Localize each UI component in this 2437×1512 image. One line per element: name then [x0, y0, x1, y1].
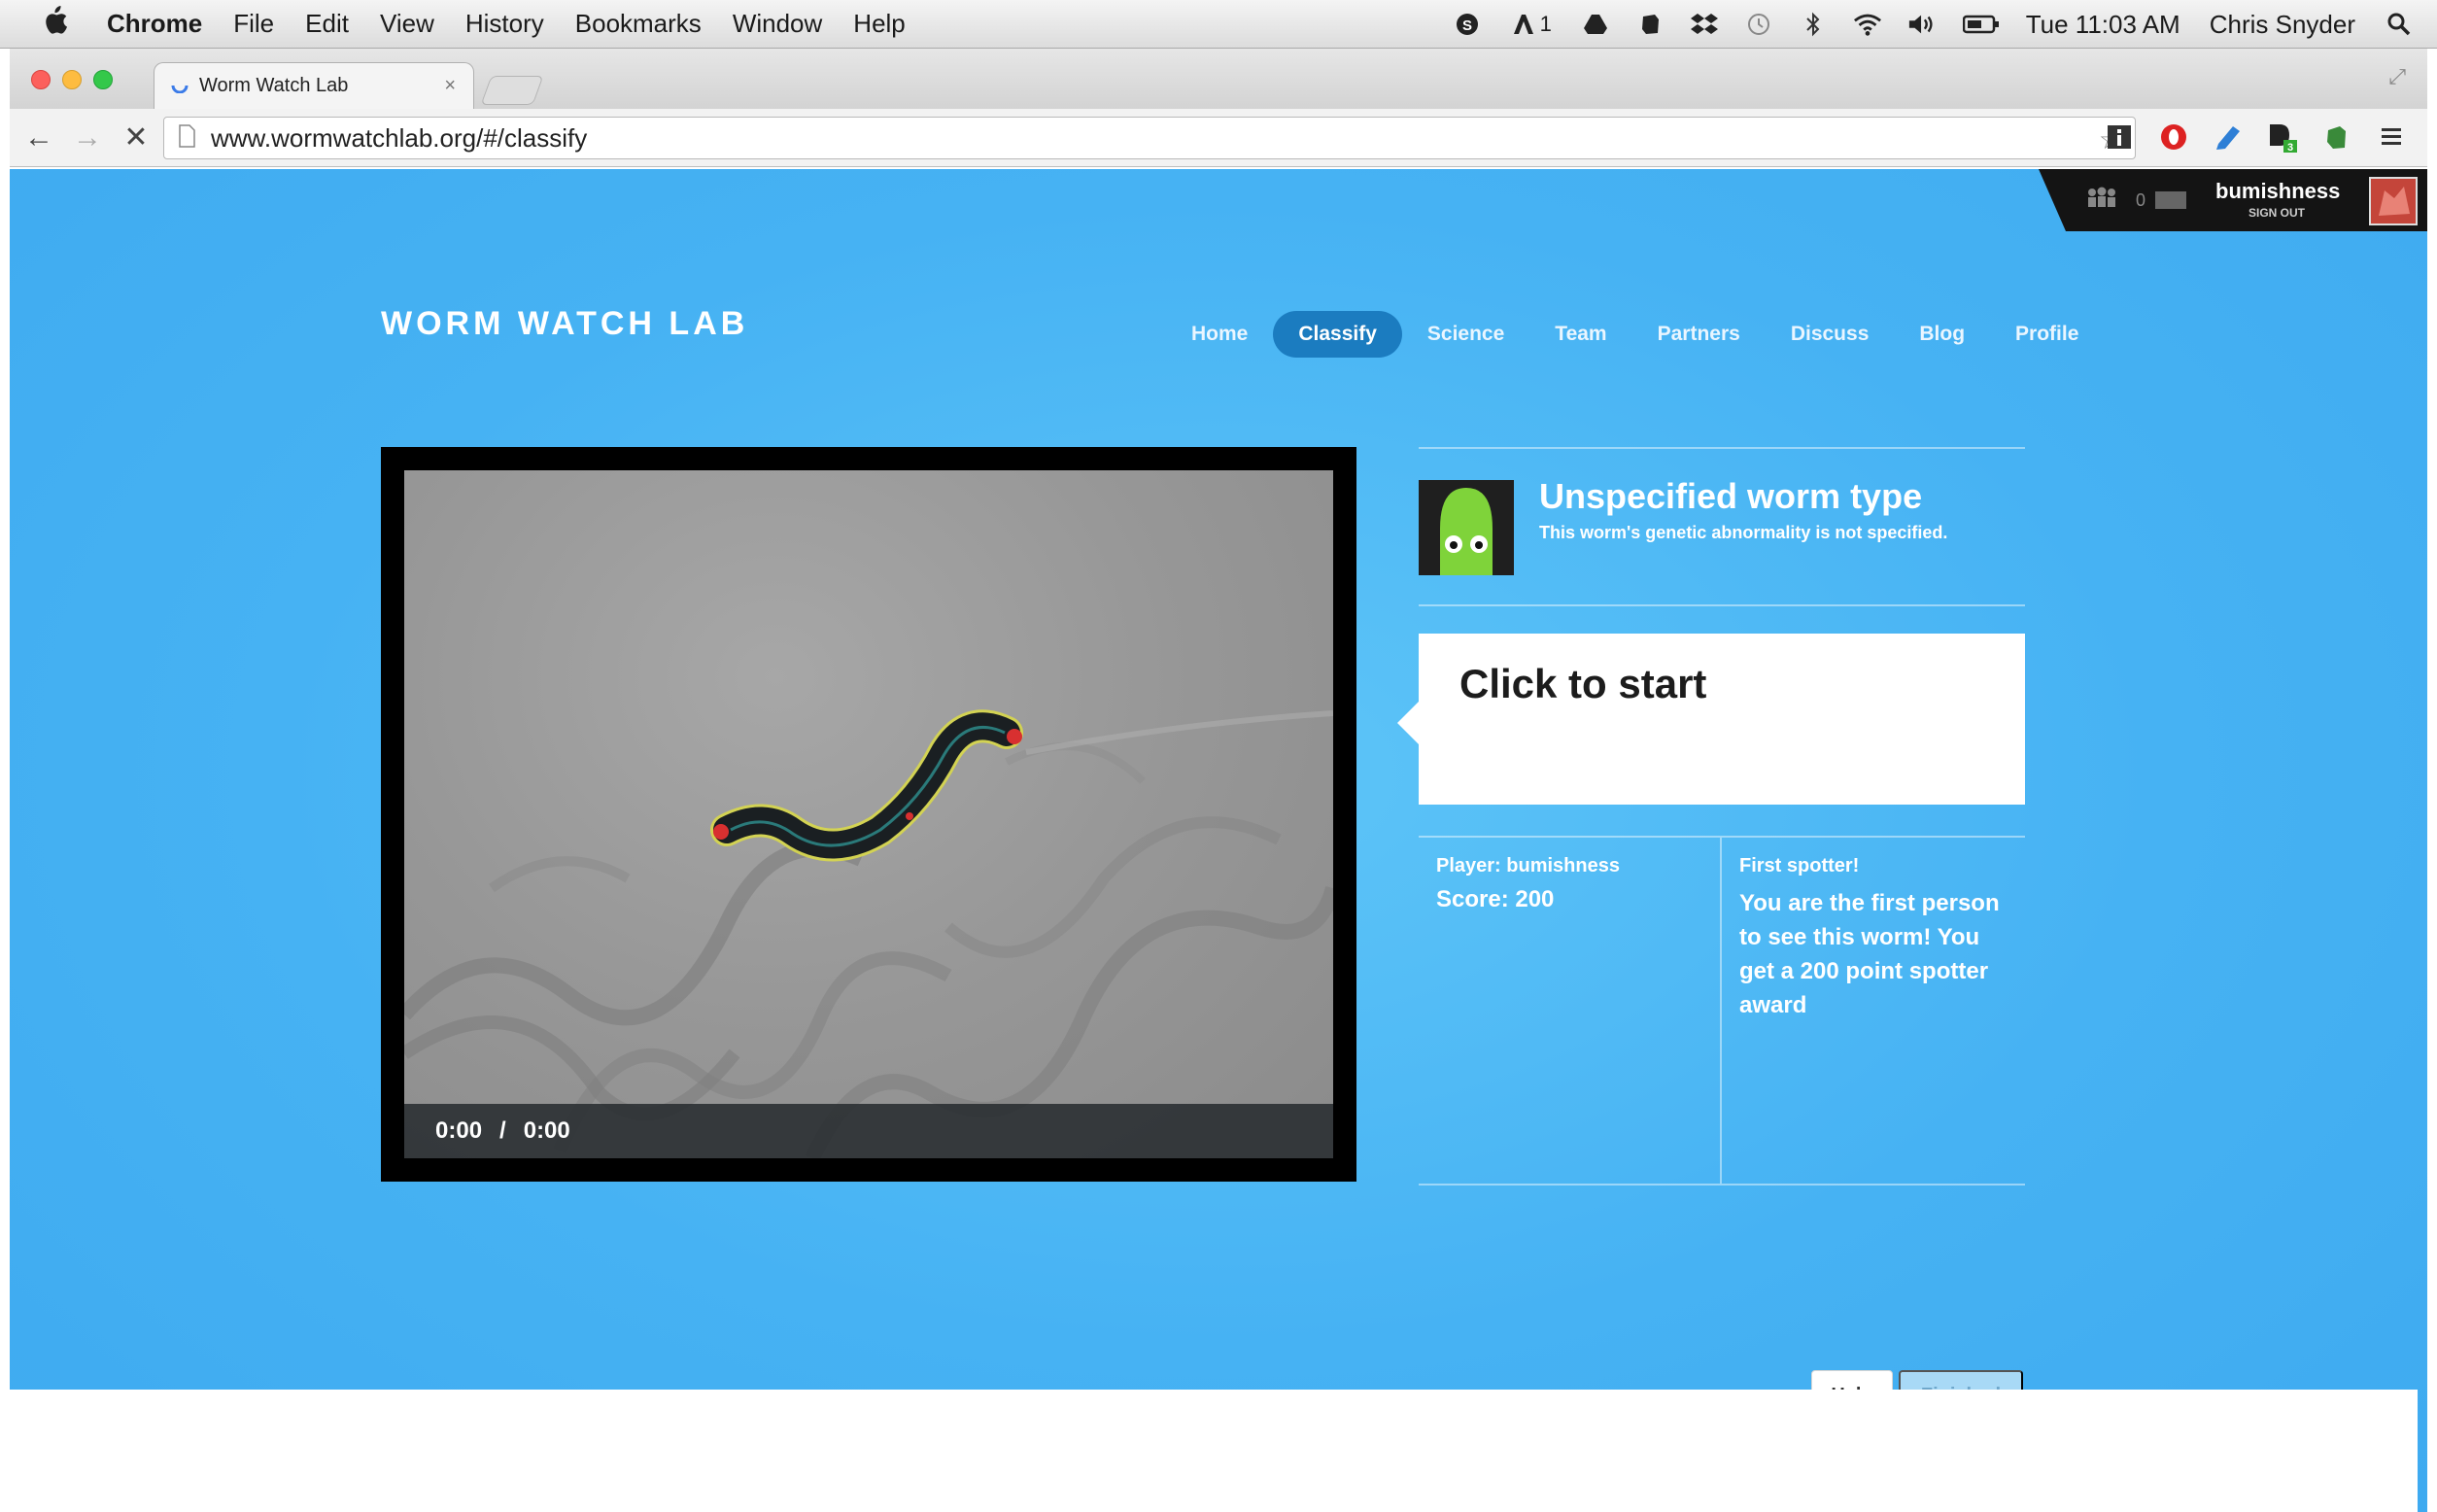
divider: [1419, 836, 2025, 838]
nav-science[interactable]: Science: [1402, 311, 1529, 358]
chrome-window: Worm Watch Lab × ⤢ ← → ✕ www.wormwatchla…: [10, 49, 2427, 1512]
menubar-status-area: S 1 Tue 11:03 AM Chris Snyder: [1453, 0, 2418, 49]
video-controls[interactable]: 0:00 / 0:00: [404, 1104, 1333, 1158]
google-drive-icon[interactable]: [1581, 10, 1610, 39]
player-name: Player: bumishness: [1436, 855, 1620, 876]
nav-home[interactable]: Home: [1166, 311, 1273, 358]
pencil-icon[interactable]: [2212, 120, 2245, 154]
adobe-icon[interactable]: 1: [1507, 10, 1556, 39]
fullscreen-icon[interactable]: ⤢: [2388, 64, 2406, 89]
window-zoom-button[interactable]: [93, 70, 113, 89]
worm-video-image: [404, 709, 1333, 1158]
wifi-icon[interactable]: [1853, 10, 1882, 39]
apple-menu-icon[interactable]: [41, 5, 74, 43]
username[interactable]: bumishness: [2215, 179, 2340, 204]
divider: [1419, 604, 2025, 606]
video-time-separator: /: [499, 1117, 506, 1144]
page-icon: [178, 123, 195, 153]
stop-icon[interactable]: ✕: [117, 120, 155, 155]
menu-help[interactable]: Help: [853, 9, 905, 39]
menu-view[interactable]: View: [380, 9, 434, 39]
user-bar: 0 bumishness SIGN OUT: [2039, 169, 2427, 231]
sign-out-link[interactable]: SIGN OUT: [2248, 206, 2305, 220]
message-count: 0: [2136, 189, 2146, 210]
divider: [1419, 1184, 2025, 1186]
new-tab-button[interactable]: [480, 76, 544, 105]
menu-app-chrome[interactable]: Chrome: [107, 9, 202, 39]
nav-classify[interactable]: Classify: [1273, 311, 1402, 358]
prompt-arrow: [1397, 702, 1419, 744]
page-bottom-margin: [0, 1390, 2418, 1512]
menu-history[interactable]: History: [465, 9, 544, 39]
menu-edit[interactable]: Edit: [305, 9, 349, 39]
url-text[interactable]: www.wormwatchlab.org/#/classify: [211, 123, 587, 154]
window-minimize-button[interactable]: [62, 70, 82, 89]
tab-worm-watch-lab[interactable]: Worm Watch Lab ×: [154, 62, 474, 109]
skype-icon[interactable]: S: [1453, 10, 1482, 39]
dashlane-icon[interactable]: 3: [2266, 120, 2299, 154]
click-to-start-box[interactable]: Click to start: [1397, 634, 2025, 805]
extension-icons: 3: [2081, 120, 2408, 154]
page-content: 0 bumishness SIGN OUT WORM WATCH LAB Hom…: [10, 169, 2427, 1512]
video-player-frame: 0:00 / 0:00: [381, 447, 1356, 1182]
video-current-time: 0:00: [435, 1117, 483, 1144]
address-bar[interactable]: www.wormwatchlab.org/#/classify ☆: [163, 117, 2136, 159]
spotter-title: First spotter!: [1739, 855, 1860, 876]
worm-video[interactable]: 0:00 / 0:00: [404, 470, 1333, 1158]
volume-icon[interactable]: [1907, 10, 1937, 39]
nav-discuss[interactable]: Discuss: [1766, 311, 1895, 358]
menubar-clock[interactable]: Tue 11:03 AM: [2026, 10, 2180, 40]
video-duration: 0:00: [523, 1117, 570, 1144]
worm-type-title: Unspecified worm type: [1539, 476, 1923, 516]
messages-icon[interactable]: [2155, 191, 2187, 209]
tab-close-icon[interactable]: ×: [444, 75, 456, 97]
chrome-menu-icon[interactable]: [2375, 120, 2408, 154]
nav-profile[interactable]: Profile: [1990, 311, 2104, 358]
spotter-message: You are the first person to see this wor…: [1739, 890, 2000, 1018]
menu-file[interactable]: File: [233, 9, 274, 39]
tab-strip: Worm Watch Lab × ⤢: [10, 49, 2427, 109]
user-avatar[interactable]: [2369, 177, 2418, 225]
player-score: Score: 200: [1436, 886, 1555, 912]
menu-window[interactable]: Window: [733, 9, 822, 39]
loading-spinner-icon: [170, 74, 189, 98]
worm-type-description: This worm's genetic abnormality is not s…: [1539, 523, 1948, 542]
main-nav: Home Classify Science Team Partners Disc…: [1166, 311, 2104, 358]
info-icon[interactable]: [2103, 120, 2136, 154]
bluetooth-icon[interactable]: [1799, 10, 1828, 39]
nav-blog[interactable]: Blog: [1894, 311, 1990, 358]
menubar-user[interactable]: Chris Snyder: [2210, 10, 2355, 40]
time-machine-icon[interactable]: [1744, 10, 1773, 39]
groups-icon[interactable]: [2085, 187, 2118, 214]
evernote-icon[interactable]: [1635, 10, 1665, 39]
window-close-button[interactable]: [31, 70, 51, 89]
nav-partners[interactable]: Partners: [1632, 311, 1766, 358]
svg-text:S: S: [1462, 17, 1472, 34]
tab-title: Worm Watch Lab: [199, 75, 349, 96]
adobe-update-badge: 1: [1539, 12, 1552, 36]
mac-menubar: Chrome File Edit View History Bookmarks …: [0, 0, 2437, 49]
spotlight-icon[interactable]: [2385, 10, 2414, 39]
back-icon[interactable]: ←: [19, 121, 58, 155]
site-logo[interactable]: WORM WATCH LAB: [381, 305, 748, 343]
menu-bookmarks[interactable]: Bookmarks: [575, 9, 702, 39]
divider: [1419, 447, 2025, 449]
extension-badge: 3: [2287, 142, 2293, 154]
forward-icon[interactable]: →: [68, 121, 107, 155]
dropbox-icon[interactable]: [1690, 10, 1719, 39]
browser-toolbar: ← → ✕ www.wormwatchlab.org/#/classify ☆ …: [10, 109, 2427, 167]
nav-team[interactable]: Team: [1529, 311, 1631, 358]
prompt-text: Click to start: [1459, 661, 1707, 706]
worm-type-avatar: [1419, 480, 1514, 575]
column-divider: [1720, 838, 1722, 1184]
evernote-web-clipper-icon[interactable]: [2320, 120, 2353, 154]
battery-icon[interactable]: [1962, 10, 2001, 39]
opera-icon[interactable]: [2157, 120, 2190, 154]
